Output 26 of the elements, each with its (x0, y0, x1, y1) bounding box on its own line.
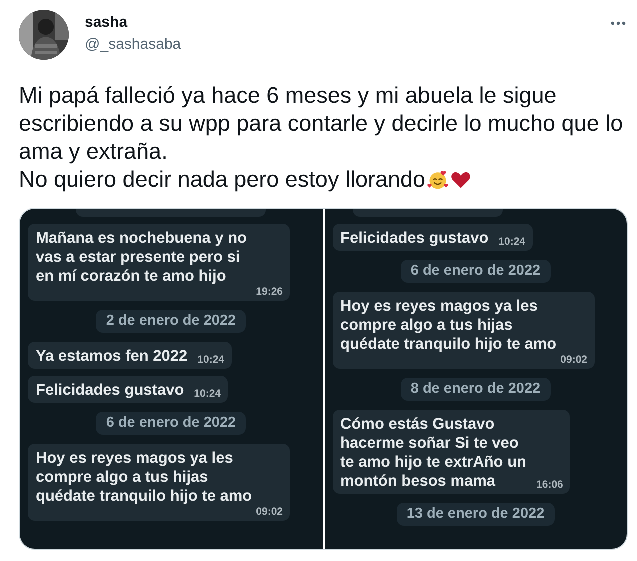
message-time: 16:06 (536, 479, 564, 491)
message-time: 09:02 (255, 506, 283, 518)
smiling-face-hearts-icon (426, 169, 449, 191)
message-time: 10:24 (196, 354, 225, 366)
author-name[interactable]: sasha (85, 14, 593, 32)
message-text: Felicidades gustavo (340, 229, 489, 248)
message-text: Hoy es reyes magos ya les compre algo a tus hijas quédate tranquilo hijo te amo (36, 449, 252, 506)
message-text: Hoy es reyes magos ya les compre algo a tus hijas quédate tranquilo hijo te amo (340, 297, 557, 354)
date-label: 13 de enero de 2022 (396, 503, 555, 526)
message-time: 10:24 (498, 236, 526, 248)
message-text: Felicidades gustavo (36, 381, 184, 400)
date-label: 8 de enero de 2022 (400, 378, 551, 401)
date-label: 2 de enero de 2022 (96, 310, 246, 333)
tweet-text: Mi papá falleció ya hace 6 meses y mi abuela le sigue escribiendo a su wpp para contarle y decirle lo mucho que lo ama y extraña. (19, 82, 624, 166)
chat-screenshot[interactable] (20, 209, 322, 549)
message-time: 09:02 (560, 354, 588, 366)
chat-screenshot[interactable] (324, 209, 627, 549)
tweet-text: No quiero decir nada pero estoy llorando (19, 166, 426, 194)
message-time: 10:24 (193, 388, 222, 400)
author-handle[interactable]: @_sashasaba (85, 36, 593, 54)
message-text: Ya estamos fen 2022 (36, 347, 188, 366)
message-text: Cómo estás Gustavo hacerme soñar Si te veo te amo hijo te extrAño un montón besos mama (340, 415, 527, 491)
message-text: Mañana es nochebuena y no vas a estar presente pero si en mí corazón te amo hijo (36, 229, 248, 286)
message-time: 19:26 (255, 286, 283, 298)
date-label: 6 de enero de 2022 (96, 412, 246, 435)
date-label: 6 de enero de 2022 (400, 260, 551, 283)
